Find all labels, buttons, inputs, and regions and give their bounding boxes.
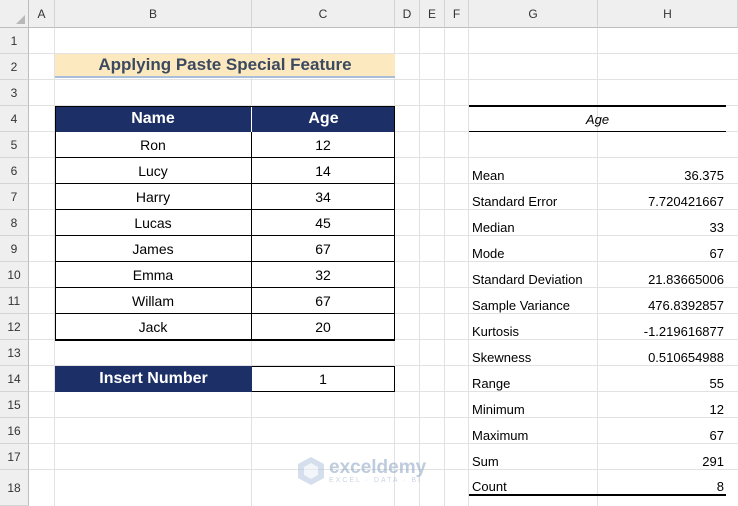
stat-value[interactable]: 291 [574,448,724,474]
column-header-f[interactable]: F [445,0,469,28]
stat-label[interactable]: Skewness [472,344,531,370]
row-header-3[interactable]: 3 [0,80,29,106]
stat-label[interactable]: Median [472,214,515,240]
row-header-18[interactable]: 18 [0,470,29,506]
table-cell-name[interactable]: Lucas [55,210,252,236]
column-header-b[interactable]: B [55,0,252,28]
stat-label[interactable]: Mean [472,162,505,188]
table-header-name[interactable]: Name [55,106,252,132]
stat-value[interactable]: 7.720421667 [574,188,724,214]
table-cell-name[interactable]: Willam [55,288,252,314]
insert-number-label[interactable]: Insert Number [55,366,252,392]
row-header-11[interactable]: 11 [0,288,29,314]
gridline [444,28,445,506]
row-header-13[interactable]: 13 [0,340,29,366]
row-header-7[interactable]: 7 [0,184,29,210]
gridline [29,79,738,80]
column-header-a[interactable]: A [29,0,55,28]
table-header-age[interactable]: Age [252,106,395,132]
row-header-2[interactable]: 2 [0,54,29,80]
select-all-triangle-icon [16,15,25,24]
row-header-4[interactable]: 4 [0,106,29,132]
gridline [419,28,420,506]
stat-value[interactable]: -1.219616877 [574,318,724,344]
stat-value[interactable]: 55 [574,370,724,396]
row-header-14[interactable]: 14 [0,366,29,392]
table-cell-name[interactable]: Ron [55,132,252,158]
stat-value[interactable]: 21.83665006 [574,266,724,292]
row-header-12[interactable]: 12 [0,314,29,340]
row-header-1[interactable]: 1 [0,28,29,54]
exceldemy-watermark: exceldemy EXCEL · DATA · BI [297,456,426,486]
row-header-5[interactable]: 5 [0,132,29,158]
table-cell-name[interactable]: Lucy [55,158,252,184]
sheet-title-cell[interactable]: Applying Paste Special Feature [55,54,395,78]
row-header-9[interactable]: 9 [0,236,29,262]
column-header-c[interactable]: C [252,0,395,28]
stat-label[interactable]: Kurtosis [472,318,519,344]
stats-header[interactable]: Age [469,107,726,132]
table-cell-age[interactable]: 20 [252,314,395,340]
stats-bottom-rule [469,494,726,496]
gridline [468,28,469,506]
stat-label[interactable]: Standard Deviation [472,266,583,292]
select-all-corner[interactable] [0,0,29,28]
row-header-15[interactable]: 15 [0,392,29,418]
table-cell-age[interactable]: 14 [252,158,395,184]
stat-value[interactable]: 476.8392857 [574,292,724,318]
stat-value[interactable]: 33 [574,214,724,240]
table-cell-age[interactable]: 45 [252,210,395,236]
table-cell-name[interactable]: James [55,236,252,262]
exceldemy-logo-icon [298,457,324,485]
stat-value[interactable]: 0.510654988 [574,344,724,370]
stat-value[interactable]: 67 [574,422,724,448]
row-header-16[interactable]: 16 [0,418,29,444]
column-header-d[interactable]: D [395,0,420,28]
stat-value[interactable]: 36.375 [574,162,724,188]
column-header-h[interactable]: H [598,0,738,28]
stat-label[interactable]: Mode [472,240,505,266]
stat-label[interactable]: Standard Error [472,188,557,214]
table-cell-name[interactable]: Jack [55,314,252,340]
watermark-tagline: EXCEL · DATA · BI [329,476,422,484]
column-header-g[interactable]: G [469,0,598,28]
row-header-6[interactable]: 6 [0,158,29,184]
insert-number-value[interactable]: 1 [252,366,395,392]
table-cell-age[interactable]: 32 [252,262,395,288]
stat-label[interactable]: Sample Variance [472,292,570,318]
table-cell-name[interactable]: Harry [55,184,252,210]
table-cell-age[interactable]: 67 [252,236,395,262]
stat-label[interactable]: Range [472,370,510,396]
stat-label[interactable]: Maximum [472,422,528,448]
column-header-e[interactable]: E [420,0,445,28]
row-header-8[interactable]: 8 [0,210,29,236]
spreadsheet-grid[interactable]: A B C D E F G H 1 2 3 4 5 6 7 8 9 10 11 … [0,0,738,506]
table-cell-age[interactable]: 12 [252,132,395,158]
watermark-brand: exceldemy [329,456,427,478]
row-header-10[interactable]: 10 [0,262,29,288]
stat-value[interactable]: 12 [574,396,724,422]
table-cell-name[interactable]: Emma [55,262,252,288]
stat-label[interactable]: Sum [472,448,499,474]
stat-label[interactable]: Minimum [472,396,525,422]
table-cell-age[interactable]: 67 [252,288,395,314]
stat-value[interactable]: 67 [574,240,724,266]
row-header-17[interactable]: 17 [0,444,29,470]
table-cell-age[interactable]: 34 [252,184,395,210]
